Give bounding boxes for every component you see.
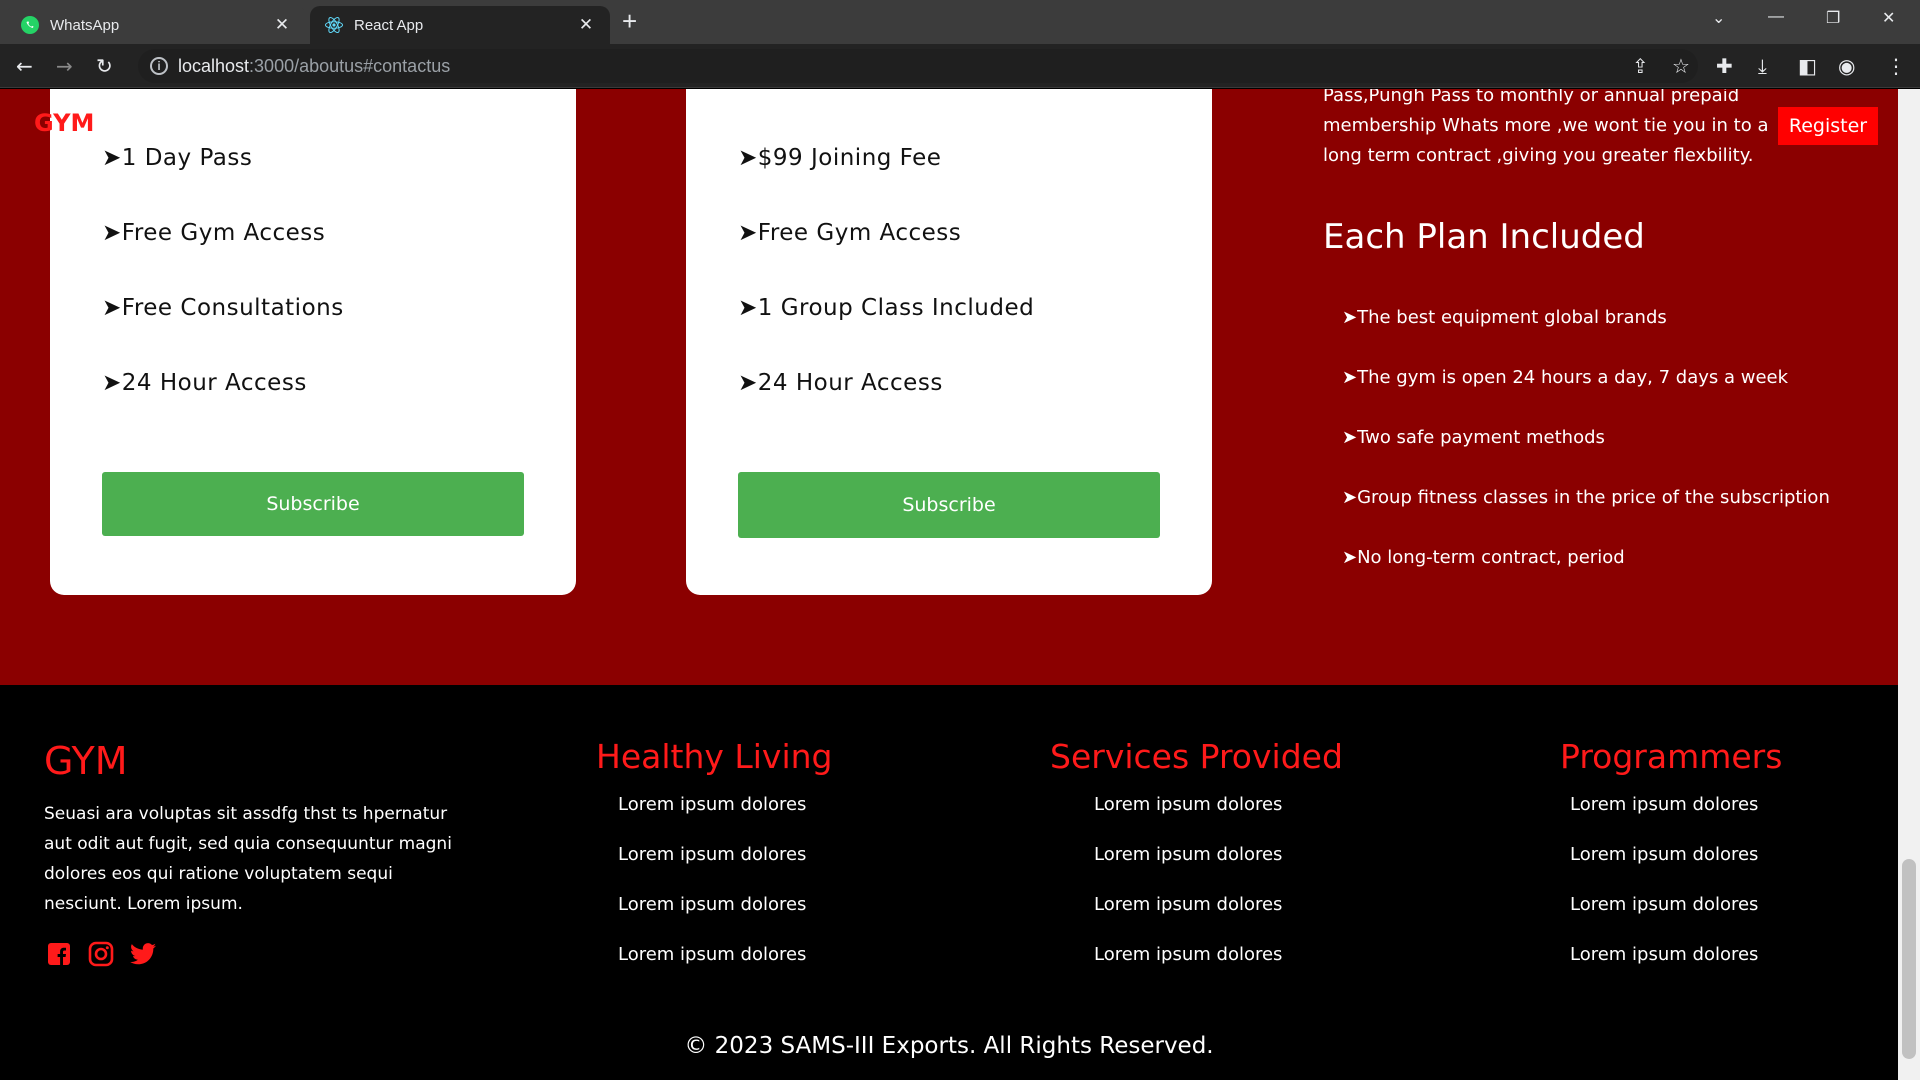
tab-title: WhatsApp (50, 16, 120, 34)
plan-feature: ➤24 Hour Access (738, 370, 943, 396)
whatsapp-icon (20, 15, 40, 35)
tab-title: React App (354, 16, 424, 34)
each-plan-heading: Each Plan Included (1323, 217, 1645, 257)
react-icon (324, 15, 344, 35)
download-icon[interactable]: ⤓ (1758, 54, 1767, 78)
url-host: localhost (178, 55, 250, 76)
instagram-icon[interactable] (88, 941, 114, 967)
plan-feature: ➤1 Day Pass (102, 145, 253, 171)
menu-kebab-icon[interactable]: ⋮ (1886, 54, 1906, 78)
restore-icon[interactable]: ❐ (1826, 8, 1840, 28)
tab-react-app[interactable]: React App ✕ (310, 6, 610, 44)
tab-whatsapp[interactable]: WhatsApp ✕ (6, 6, 306, 44)
minimize-icon[interactable]: — (1768, 8, 1784, 26)
footer-link[interactable]: Lorem ipsum dolores (1570, 844, 1758, 865)
footer-description: Seuasi ara voluptas sit assdfg thst ts h… (44, 804, 452, 914)
plan-included-item: ➤Group fitness classes in the price of t… (1342, 487, 1830, 508)
bookmark-star-icon[interactable]: ☆ (1672, 54, 1690, 78)
plan-included-item: ➤The gym is open 24 hours a day, 7 days … (1342, 367, 1789, 388)
subscribe-button[interactable]: Subscribe (102, 472, 524, 536)
close-icon[interactable]: ✕ (576, 15, 596, 35)
plan-card: ➤1 Day Pass ➤Free Gym Access ➤Free Consu… (50, 89, 576, 595)
browser-toolbar: ← → ↻ i localhost:3000/aboutus#contactus… (0, 44, 1920, 88)
footer-column-title: Healthy Living (596, 737, 833, 776)
share-icon[interactable]: ⇪ (1632, 54, 1649, 78)
browser-tab-bar: WhatsApp ✕ React App ✕ + ⌄ — ❐ ✕ (0, 0, 1920, 44)
navbar-brand[interactable]: GYM (34, 109, 94, 137)
footer-link[interactable]: Lorem ipsum dolores (618, 794, 806, 815)
subscribe-button[interactable]: Subscribe (738, 472, 1160, 538)
side-panel-icon[interactable]: ◧ (1798, 54, 1817, 78)
plan-feature: ➤Free Gym Access (738, 220, 962, 246)
footer-link[interactable]: Lorem ipsum dolores (1094, 944, 1282, 965)
plan-included-item: ➤Two safe payment methods (1342, 427, 1605, 448)
window-close-icon[interactable]: ✕ (1882, 8, 1895, 28)
copyright-text: © 2023 SAMS-III Exports. All Rights Rese… (684, 1033, 1214, 1059)
reload-icon[interactable]: ↻ (96, 54, 113, 78)
register-button[interactable]: Register (1778, 107, 1878, 145)
plan-feature: ➤Free Gym Access (102, 220, 326, 246)
page-scrollbar[interactable] (1898, 89, 1920, 1080)
pricing-section: ➤1 Day Pass ➤Free Gym Access ➤Free Consu… (0, 89, 1898, 685)
plan-card: ➤$99 Joining Fee ➤Free Gym Access ➤1 Gro… (686, 89, 1212, 595)
tab-search-icon[interactable]: ⌄ (1712, 8, 1725, 28)
footer-link[interactable]: Lorem ipsum dolores (618, 894, 806, 915)
extensions-icon[interactable]: ✚ (1716, 54, 1733, 78)
footer-link[interactable]: Lorem ipsum dolores (1094, 894, 1282, 915)
footer-link[interactable]: Lorem ipsum dolores (1094, 844, 1282, 865)
twitter-icon[interactable] (130, 941, 156, 967)
plan-feature: ➤24 Hour Access (102, 370, 307, 396)
footer-brand: GYM (44, 739, 128, 783)
plan-included-item: ➤The best equipment global brands (1342, 307, 1667, 328)
plan-feature: ➤1 Group Class Included (738, 295, 1035, 321)
plan-intro-text: Pass,Pungh Pass to monthly or annual pre… (1323, 89, 1769, 166)
close-icon[interactable]: ✕ (272, 15, 292, 35)
page-viewport: ➤1 Day Pass ➤Free Gym Access ➤Free Consu… (0, 89, 1898, 1080)
info-icon[interactable]: i (150, 57, 168, 75)
profile-avatar-icon[interactable]: ◉ (1838, 54, 1855, 78)
footer-link[interactable]: Lorem ipsum dolores (1570, 894, 1758, 915)
footer-link[interactable]: Lorem ipsum dolores (618, 844, 806, 865)
new-tab-icon[interactable]: + (622, 8, 637, 34)
plan-feature: ➤$99 Joining Fee (738, 145, 942, 171)
footer-link[interactable]: Lorem ipsum dolores (1094, 794, 1282, 815)
forward-icon[interactable]: → (56, 54, 73, 78)
footer-column-title: Programmers (1560, 737, 1783, 776)
scrollbar-thumb[interactable] (1902, 859, 1916, 1059)
back-icon[interactable]: ← (16, 54, 33, 78)
facebook-icon[interactable] (46, 941, 72, 967)
plan-feature: ➤Free Consultations (102, 295, 344, 321)
footer-link[interactable]: Lorem ipsum dolores (1570, 794, 1758, 815)
footer-link[interactable]: Lorem ipsum dolores (618, 944, 806, 965)
address-bar[interactable]: i localhost:3000/aboutus#contactus (138, 49, 1698, 83)
footer-column-title: Services Provided (1050, 737, 1343, 776)
footer-link[interactable]: Lorem ipsum dolores (1570, 944, 1758, 965)
plan-included-item: ➤No long-term contract, period (1342, 547, 1625, 568)
url-path: :3000/aboutus#contactus (249, 55, 451, 76)
